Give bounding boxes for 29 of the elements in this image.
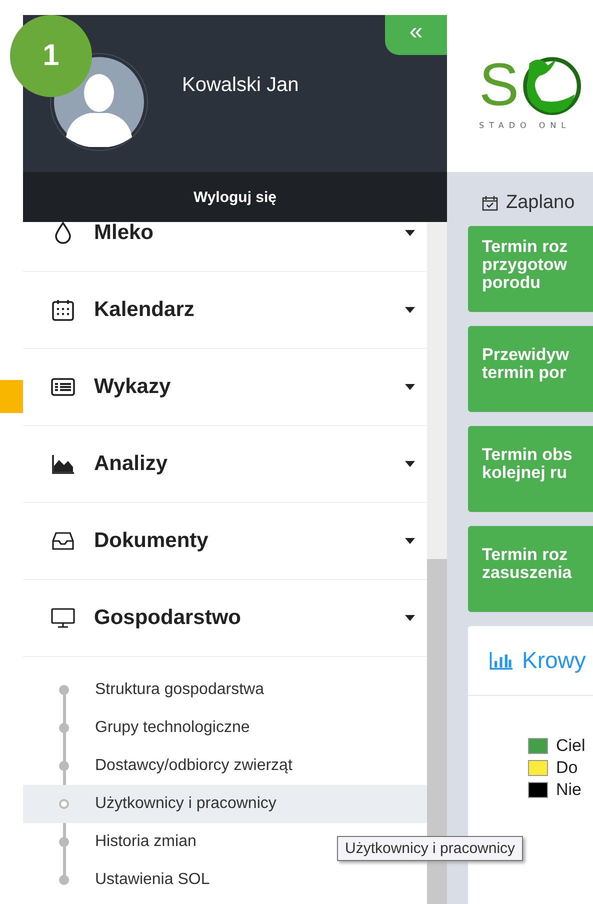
monitor-icon: [51, 606, 75, 630]
caret-icon: [405, 384, 415, 390]
bar-chart-icon: [488, 652, 514, 670]
caret-icon: [405, 461, 415, 467]
calendar-check-icon: [482, 195, 498, 211]
caret-icon: [405, 307, 415, 313]
legend-label: Nie: [556, 780, 582, 800]
logout-button[interactable]: Wyloguj się: [23, 172, 447, 222]
calendar-icon: [51, 298, 75, 322]
inbox-icon: [51, 529, 75, 553]
legend-label: Ciel: [556, 736, 586, 756]
logo: S STADO ONL: [447, 15, 593, 172]
menu-item[interactable]: Analizy: [23, 426, 427, 503]
area-chart-icon: [51, 452, 75, 476]
submenu-item[interactable]: Struktura gospodarstwa: [23, 671, 427, 709]
submenu-item[interactable]: Dostawcy/odbiorcy zwierząt: [23, 747, 427, 785]
submenu-item[interactable]: Grupy technologiczne: [23, 709, 427, 747]
section-title: Zaplano: [506, 192, 575, 214]
caret-icon: [405, 230, 415, 236]
tooltip: Użytkownicy i pracownicy: [337, 836, 524, 861]
menu-item[interactable]: Mleko: [23, 222, 427, 272]
legend-label: Do: [556, 758, 578, 778]
caret-icon: [405, 538, 415, 544]
submenu-item[interactable]: Ustawienia SOL: [23, 861, 427, 899]
list-icon: [51, 375, 75, 399]
panel-title: Krowy: [522, 647, 586, 674]
caret-icon: [405, 615, 415, 621]
user-name: Kowalski Jan: [182, 74, 299, 97]
submenu-item[interactable]: Użytkownicy i pracownicy: [23, 785, 427, 823]
